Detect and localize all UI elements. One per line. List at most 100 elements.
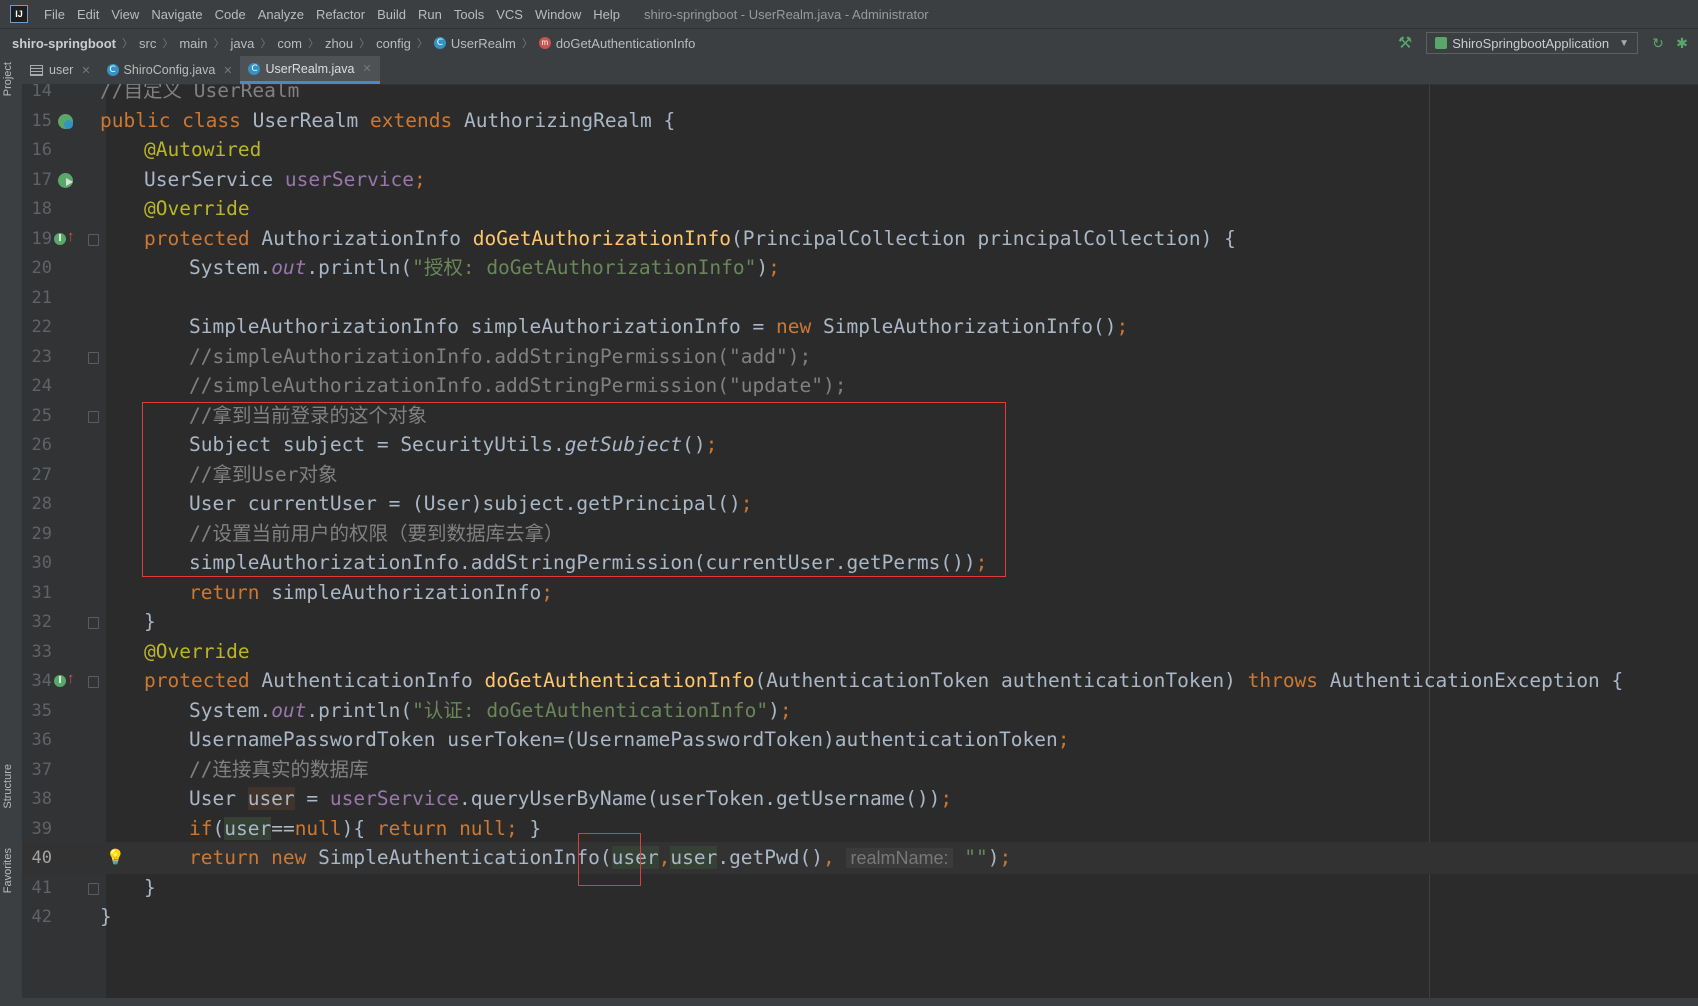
keyword: return <box>189 580 272 604</box>
keyword: null <box>294 816 342 840</box>
structure-tool-button[interactable]: Structure <box>2 764 14 809</box>
plain-code: System. <box>189 256 272 279</box>
menu-build[interactable]: Build <box>371 7 412 22</box>
menu-refactor[interactable]: Refactor <box>310 7 371 22</box>
keyword: new <box>776 315 823 338</box>
fold-marker-icon[interactable] <box>88 676 99 688</box>
menu-window[interactable]: Window <box>529 7 587 22</box>
fold-marker-icon[interactable] <box>88 617 99 629</box>
breadcrumb-java[interactable]: java <box>231 36 255 51</box>
project-tool-button[interactable]: Project <box>2 62 14 96</box>
type-name: AuthorizingRealm { <box>463 108 676 132</box>
line-number: 16 <box>31 140 52 160</box>
tab-user[interactable]: user ✕ <box>22 56 99 84</box>
status-bar <box>0 998 1698 1006</box>
implements-method-icon[interactable]: I <box>54 675 66 687</box>
code-line-35: 35 System.out.println("认证: doGetAuthenti… <box>22 695 1698 727</box>
semicolon: ; <box>779 698 792 722</box>
keyword: throws <box>1247 669 1330 692</box>
autowired-navigate-icon[interactable] <box>58 172 73 188</box>
toolbar-right: ⚒ ShiroSpringbootApplication ▼ ↻ ✱ <box>1398 29 1698 57</box>
code-text: protected AuthenticationInfo doGetAuthen… <box>144 665 1623 697</box>
type-name: User <box>189 787 248 810</box>
code-line-31: 31 return simpleAuthorizationInfo; <box>22 577 1698 609</box>
menu-run[interactable]: Run <box>412 7 448 22</box>
close-icon[interactable]: ✕ <box>223 64 232 77</box>
type-name: AuthenticationException { <box>1329 669 1624 692</box>
menu-view[interactable]: View <box>105 7 145 22</box>
semicolon: ; <box>768 256 780 279</box>
breadcrumb-com[interactable]: com <box>277 36 302 51</box>
close-icon[interactable]: ✕ <box>81 64 90 77</box>
plain-code: System. <box>189 698 272 722</box>
line-number: 31 <box>31 582 52 603</box>
code-text: @Override <box>144 636 250 668</box>
code-line-21: 21 <box>22 282 1698 314</box>
fold-marker-icon[interactable] <box>88 233 99 246</box>
plain-code: ){ <box>341 816 377 840</box>
override-up-arrow-icon[interactable]: ↑ <box>67 671 75 687</box>
close-icon[interactable]: ✕ <box>362 62 371 75</box>
string-literal: "" <box>952 846 988 869</box>
breadcrumb-src[interactable]: src <box>139 36 156 51</box>
navigation-bar: shiro-springboot 〉 src 〉 main 〉 java 〉 c… <box>0 28 1698 58</box>
debug-bug-icon[interactable]: ✱ <box>1674 35 1690 52</box>
breadcrumb-zhou[interactable]: zhou <box>325 36 353 51</box>
line-number: 26 <box>31 435 52 455</box>
menu-vcs[interactable]: VCS <box>490 7 529 22</box>
breadcrumb-method[interactable]: doGetAuthenticationInfo <box>556 36 696 51</box>
string-literal: "认证: doGetAuthenticationInfo" <box>412 698 769 722</box>
breadcrumb-separator-icon: 〉 <box>416 38 428 50</box>
build-hammer-icon[interactable]: ⚒ <box>1398 33 1412 53</box>
override-up-arrow-icon[interactable]: ↑ <box>67 228 75 245</box>
plain-code: ) <box>768 698 780 722</box>
method-name: doGetAuthenticationInfo <box>484 669 755 692</box>
fold-marker-icon[interactable] <box>88 882 99 895</box>
menu-code[interactable]: Code <box>209 7 252 22</box>
code-line-22: 22 SimpleAuthorizationInfo simpleAuthori… <box>22 311 1698 343</box>
breadcrumb-config[interactable]: config <box>376 36 411 51</box>
code-line-36: 36 UsernamePasswordToken userToken=(User… <box>22 724 1698 756</box>
field-name: userService <box>284 167 415 191</box>
comment: //simpleAuthorizationInfo.addStringPermi… <box>189 374 847 397</box>
run-configuration-dropdown[interactable]: ShiroSpringbootApplication ▼ <box>1426 32 1638 54</box>
tab-shiroconfig[interactable]: C ShiroConfig.java ✕ <box>99 56 241 84</box>
code-text: } <box>144 606 156 638</box>
tab-userrealm[interactable]: C UserRealm.java ✕ <box>240 56 380 84</box>
fold-marker-icon[interactable] <box>88 410 99 423</box>
code-line-38: 38 User user = userService.queryUserByNa… <box>22 783 1698 815</box>
spring-bean-icon[interactable] <box>58 113 73 129</box>
code-line-19: 19 I ↑ protected AuthorizationInfo doGet… <box>22 223 1698 255</box>
type-name: AuthenticationInfo <box>261 669 485 692</box>
menu-edit[interactable]: Edit <box>71 7 105 22</box>
intellij-logo-icon: IJ <box>10 5 28 23</box>
breadcrumb-project[interactable]: shiro-springboot <box>12 36 116 51</box>
plain-code: = <box>294 787 330 810</box>
comment: //自定义 UserRealm <box>100 84 300 102</box>
breadcrumb-class[interactable]: UserRealm <box>451 36 516 51</box>
line-number: 33 <box>31 641 52 662</box>
tab-label: UserRealm.java <box>265 61 355 76</box>
menu-analyze[interactable]: Analyze <box>252 7 310 22</box>
fold-marker-icon[interactable] <box>88 351 99 364</box>
code-text: UserService userService; <box>144 164 426 196</box>
menu-tools[interactable]: Tools <box>448 7 490 22</box>
menu-navigate[interactable]: Navigate <box>145 7 208 22</box>
tab-label: ShiroConfig.java <box>123 63 216 77</box>
lightbulb-icon[interactable]: 💡 <box>106 848 125 866</box>
type-name: AuthorizationInfo <box>261 226 473 250</box>
menu-help[interactable]: Help <box>587 7 626 22</box>
comment: //simpleAuthorizationInfo.addStringPermi… <box>189 344 812 368</box>
keyword: return null; <box>376 816 530 840</box>
rerun-icon[interactable]: ↻ <box>1650 35 1666 52</box>
annotation: @Override <box>144 197 250 220</box>
semicolon: ; <box>541 580 553 604</box>
menu-file[interactable]: File <box>38 7 71 22</box>
implements-method-icon[interactable]: I <box>54 232 66 245</box>
favorites-tool-button[interactable]: Favorites <box>2 848 14 893</box>
line-number: 15 <box>31 110 52 131</box>
breadcrumb-separator-icon: 〉 <box>307 38 319 50</box>
code-line-39: 39 if(user==null){ return null; } <box>22 813 1698 845</box>
breadcrumb-main[interactable]: main <box>179 36 207 51</box>
line-number: 34 <box>31 671 52 691</box>
